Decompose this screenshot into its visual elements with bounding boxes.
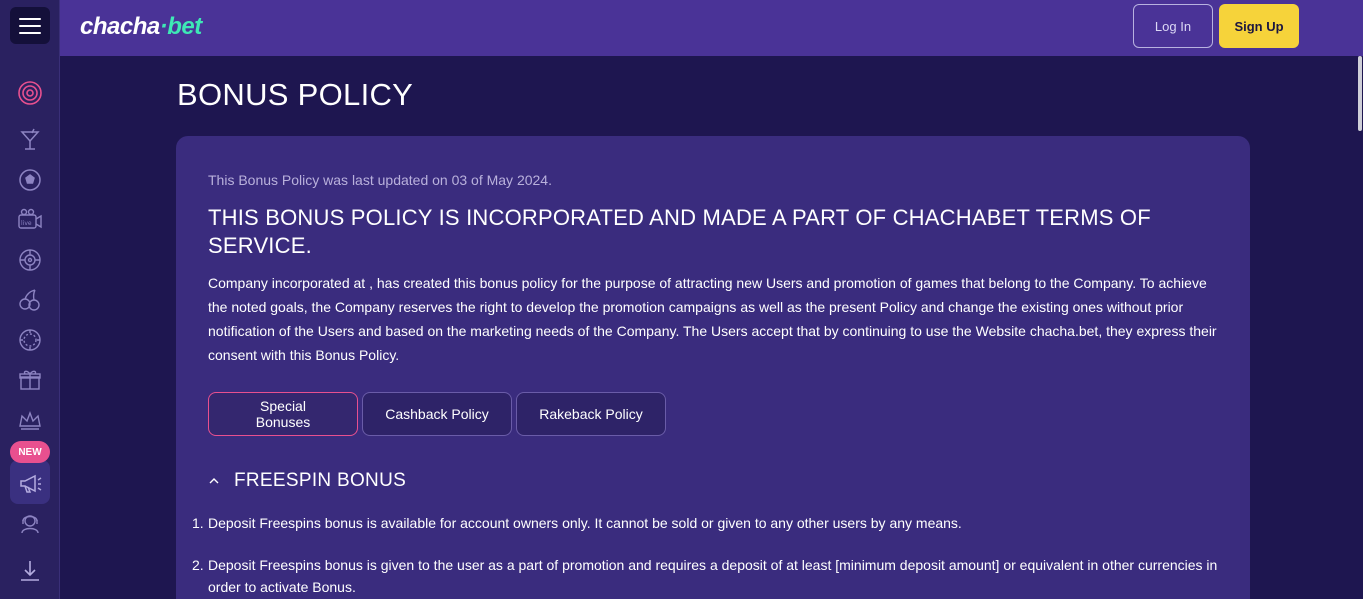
cherries-icon[interactable] [14,284,46,316]
chevron-up-icon [208,475,220,487]
target-icon[interactable] [14,77,46,109]
menu-line [19,24,41,27]
support-agent-icon[interactable] [14,507,46,539]
megaphone-icon[interactable] [14,467,46,499]
top-header: chacha·bet Log In Sign Up [60,0,1363,56]
signup-button[interactable]: Sign Up [1219,4,1299,48]
freespin-rules-list: 1. Deposit Freespins bonus is available … [192,512,1218,599]
sidebar: live NEW [0,0,60,599]
live-camera-icon[interactable]: live [14,204,46,236]
policy-intro: Company incorporated at , has created th… [208,275,1217,363]
list-item-text: Deposit Freespins bonus is given to the … [208,557,1218,595]
logo-text-left: chacha [80,13,160,40]
menu-line [19,17,41,20]
policy-heading: THIS BONUS POLICY IS INCORPORATED AND MA… [208,205,1151,258]
list-item: 2. Deposit Freespins bonus is given to t… [192,554,1218,598]
new-badge: NEW [10,441,50,463]
page-title: BONUS POLICY [177,77,414,112]
hamburger-menu-button[interactable] [10,7,50,44]
list-item-text: Deposit Freespins bonus is available for… [208,515,962,531]
download-icon[interactable] [14,555,46,587]
login-button[interactable]: Log In [1133,4,1213,48]
scrollbar-thumb[interactable] [1358,56,1362,131]
soccer-ball-icon[interactable] [14,164,46,196]
page-scrollbar[interactable] [1357,56,1363,599]
svg-text:live: live [21,220,32,227]
gift-icon[interactable] [14,364,46,396]
list-item: 1. Deposit Freespins bonus is available … [192,512,1218,534]
chachabet-logo[interactable]: chacha·bet [80,13,202,41]
tab-cashback-policy[interactable]: Cashback Policy [362,392,512,436]
last-updated-text: This Bonus Policy was last updated on 03… [208,172,552,188]
cocktail-icon[interactable] [14,124,46,156]
menu-line [19,31,41,34]
section-title: FREESPIN BONUS [234,470,407,491]
logo-text-right: bet [167,13,202,40]
poker-chip-icon[interactable] [14,324,46,356]
policy-card: This Bonus Policy was last updated on 03… [176,136,1250,599]
tab-special-bonuses[interactable]: Special Bonuses [208,392,358,436]
list-item-number: 2. [192,557,204,573]
crown-icon[interactable] [14,404,46,436]
policy-tabs: Special Bonuses Cashback Policy Rakeback… [208,392,666,436]
freespin-section-toggle[interactable]: FREESPIN BONUS [208,470,406,492]
tab-rakeback-policy[interactable]: Rakeback Policy [516,392,666,436]
list-item-number: 1. [192,515,204,531]
roulette-icon[interactable] [14,244,46,276]
